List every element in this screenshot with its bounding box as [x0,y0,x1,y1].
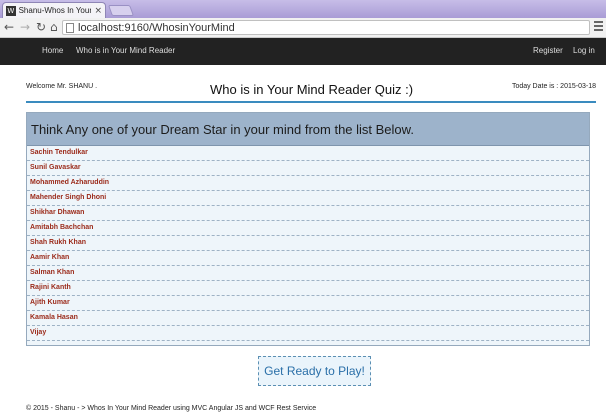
list-item[interactable]: Shikhar Dhawan [27,206,589,221]
menu-icon[interactable] [594,21,603,33]
list-item[interactable]: Sachin Tendulkar [27,146,589,161]
list-item[interactable]: Aamir Khan [27,251,589,266]
back-arrow-icon[interactable]: ← [4,20,14,35]
today-date: Today Date is : 2015-03-18 [511,83,596,90]
favicon-icon: W [6,5,16,16]
browser-tab[interactable]: W Shanu-Whos In Your Min × [2,2,106,18]
close-icon[interactable]: × [94,6,102,16]
list-item[interactable]: Ajith Kumar [27,296,589,311]
panel-header: Think Any one of your Dream Star in your… [27,113,589,146]
browser-tab-strip: W Shanu-Whos In Your Min × [0,0,606,18]
get-ready-button[interactable]: Get Ready to Play! [258,356,371,386]
footer-text: © 2015 - Shanu - > Whos In Your Mind Rea… [26,405,317,412]
nav-login-link[interactable]: Log in [573,46,595,55]
list-item[interactable]: Kamala Hasan [27,311,589,326]
list-item[interactable]: Mohammed Azharuddin [27,176,589,191]
list-item[interactable]: Amitabh Bachchan [27,221,589,236]
panel-heading: Think Any one of your Dream Star in your… [31,121,414,137]
home-icon[interactable]: ⌂ [50,20,58,35]
url-text: localhost:9160/WhosinYourMind [78,21,235,34]
header-divider [26,101,596,103]
list-item[interactable]: Shah Rukh Khan [27,236,589,251]
page-title: Who is in Your Mind Reader Quiz :) [210,82,414,97]
list-item[interactable]: Rajini Kanth [27,281,589,296]
list-item[interactable]: Mahender Singh Dhoni [27,191,589,206]
page-icon [66,22,74,33]
forward-arrow-icon[interactable]: → [20,20,30,35]
list-item[interactable]: Salman Khan [27,266,589,281]
list-item[interactable]: Sunil Gavaskar [27,161,589,176]
site-navbar: Home Who is in Your Mind Reader Register… [0,38,606,65]
address-bar[interactable]: localhost:9160/WhosinYourMind [62,20,590,35]
list-item[interactable]: Vijay [27,326,589,341]
new-tab-button[interactable] [107,5,135,16]
nav-mind-reader-link[interactable]: Who is in Your Mind Reader [76,46,175,55]
browser-toolbar: ← → ↻ ⌂ localhost:9160/WhosinYourMind [0,18,606,38]
star-list: Sachin Tendulkar Sunil Gavaskar Mohammed… [27,146,589,341]
nav-home-link[interactable]: Home [42,46,63,55]
star-list-panel: Think Any one of your Dream Star in your… [26,112,590,346]
nav-register-link[interactable]: Register [533,46,563,55]
welcome-text: Welcome Mr. SHANU . [26,83,98,90]
tab-title: Shanu-Whos In Your Min [18,6,92,15]
reload-icon[interactable]: ↻ [36,20,46,35]
